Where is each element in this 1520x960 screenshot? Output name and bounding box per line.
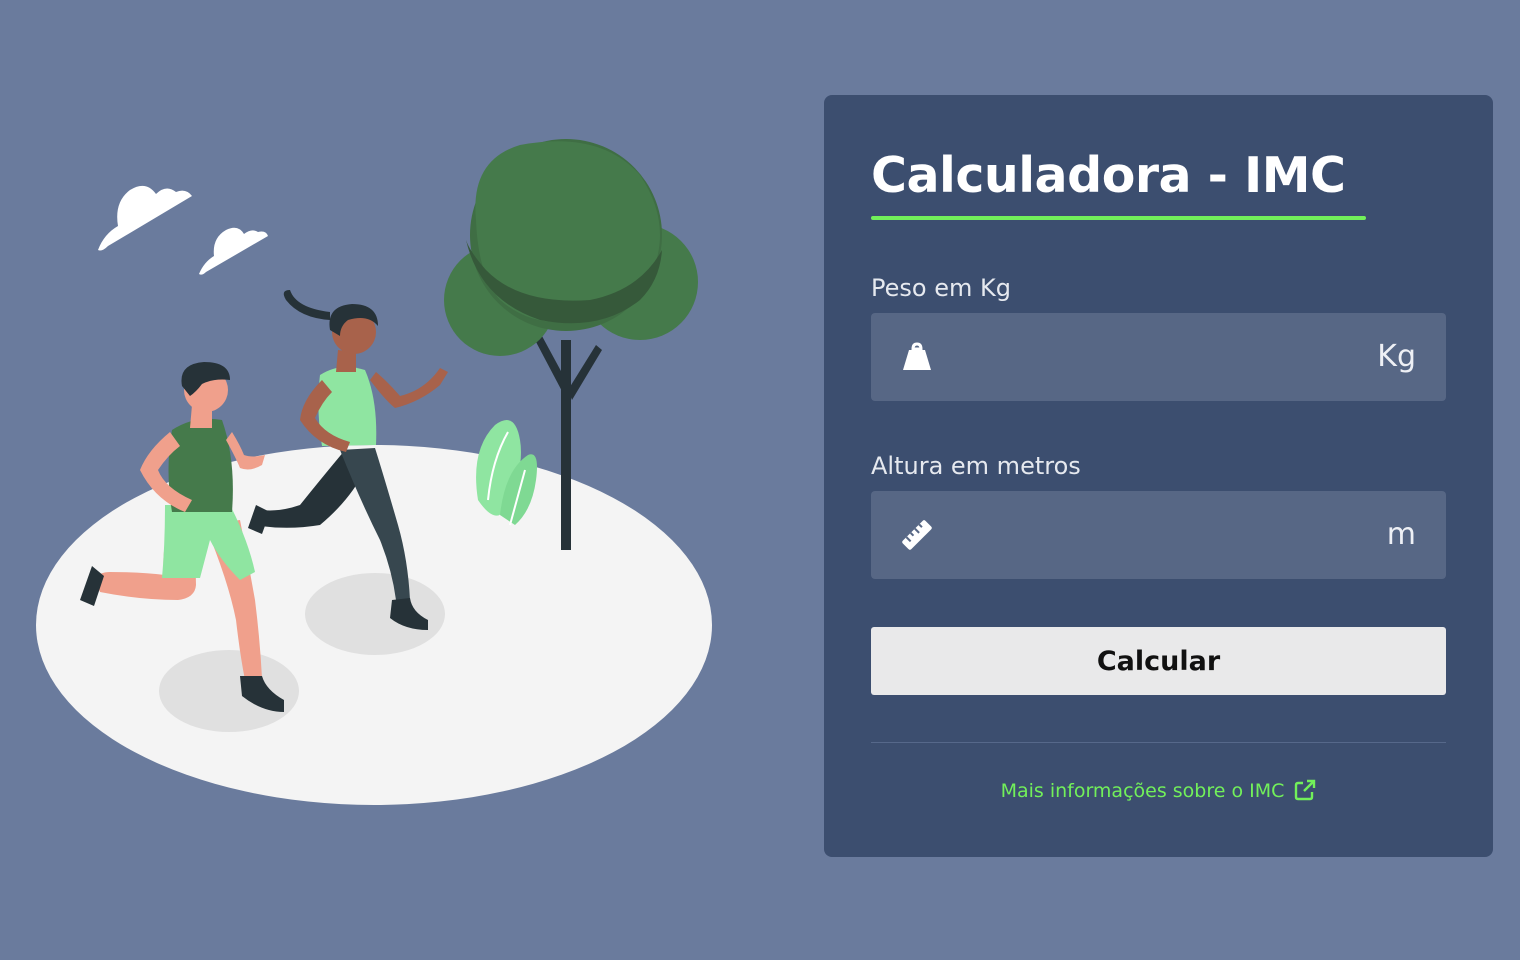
cloud-icon (98, 185, 192, 251)
weight-field[interactable]: Kg (871, 313, 1446, 401)
bmi-info-link[interactable]: Mais informações sobre o IMC (824, 779, 1493, 802)
bmi-info-link-text: Mais informações sobre o IMC (1000, 780, 1285, 802)
weight-input[interactable] (951, 313, 1351, 401)
shadow-woman (305, 573, 445, 655)
height-unit: m (1386, 517, 1416, 552)
weight-label: Peso em Kg (871, 274, 1011, 302)
weight-unit: Kg (1377, 339, 1416, 374)
shadow-man (159, 650, 299, 732)
cloud-icon (199, 227, 268, 275)
height-field[interactable]: m (871, 491, 1446, 579)
bmi-calculator-card: Calculadora - IMC Peso em Kg Kg Altura e… (824, 95, 1493, 857)
calculate-button[interactable]: Calcular (871, 627, 1446, 695)
joggers-illustration (36, 139, 712, 805)
external-link-icon (1295, 779, 1316, 801)
title-underline (871, 216, 1366, 220)
page-title: Calculadora - IMC (871, 147, 1346, 204)
ruler-icon (902, 520, 932, 550)
height-label: Altura em metros (871, 452, 1081, 480)
height-input[interactable] (951, 491, 1351, 579)
divider (871, 742, 1446, 743)
weight-icon (903, 342, 931, 370)
